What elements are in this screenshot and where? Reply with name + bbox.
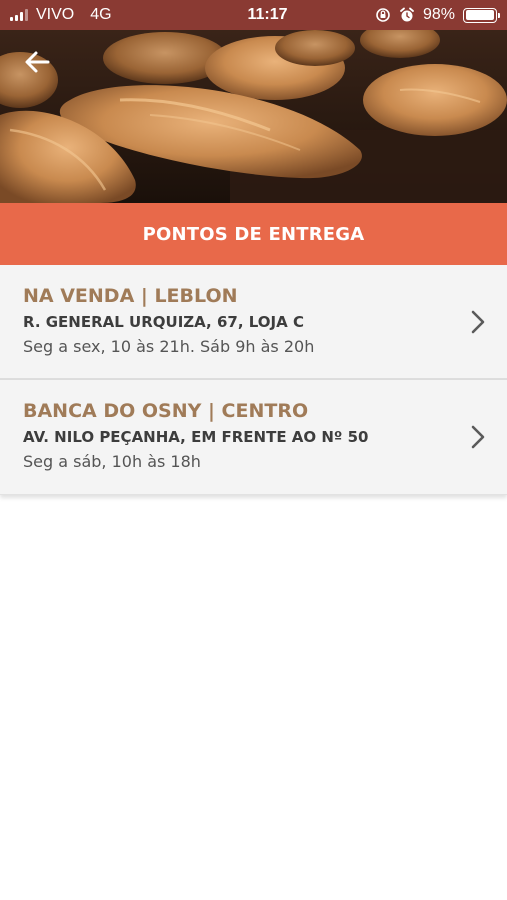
location-item-leblon[interactable]: NA VENDA | LEBLON R. GENERAL URQUIZA, 67…: [0, 265, 507, 380]
location-address: R. GENERAL URQUIZA, 67, LOJA C: [23, 313, 304, 331]
carrier-label: VIVO: [36, 6, 75, 23]
status-bar: VIVO 4G 11:17 98%: [0, 0, 507, 30]
battery-label: 98%: [422, 6, 455, 23]
location-title: BANCA DO OSNY | CENTRO: [23, 400, 309, 422]
network-label: 4G: [90, 6, 112, 23]
alarm-icon: [400, 7, 414, 22]
chevron-right-icon: [471, 425, 485, 449]
location-title: NA VENDA | LEBLON: [23, 285, 238, 307]
signal-icon: [10, 9, 28, 21]
battery-fill: [465, 10, 494, 20]
section-header: PONTOS DE ENTREGA: [0, 203, 507, 265]
location-hours: Seg a sex, 10 às 21h. Sáb 9h às 20h: [23, 337, 315, 356]
location-item-centro[interactable]: BANCA DO OSNY | CENTRO AV. NILO PEÇANHA,…: [0, 380, 507, 495]
hero-image: [0, 30, 507, 203]
location-hours: Seg a sáb, 10h às 18h: [23, 452, 201, 471]
chevron-right-icon: [471, 310, 485, 334]
arrow-left-icon: [25, 51, 50, 73]
status-right: 98%: [375, 6, 500, 24]
section-title: PONTOS DE ENTREGA: [142, 223, 365, 245]
orientation-lock-icon: [376, 8, 390, 22]
status-left: VIVO 4G: [10, 6, 200, 24]
battery-icon: [463, 7, 500, 23]
back-button[interactable]: [24, 50, 64, 90]
locations-list: NA VENDA | LEBLON R. GENERAL URQUIZA, 67…: [0, 265, 507, 495]
bread-loaves-photo: [0, 30, 507, 203]
location-address: AV. NILO PEÇANHA, EM FRENTE AO Nº 50: [23, 428, 369, 446]
status-time: 11:17: [247, 6, 288, 23]
